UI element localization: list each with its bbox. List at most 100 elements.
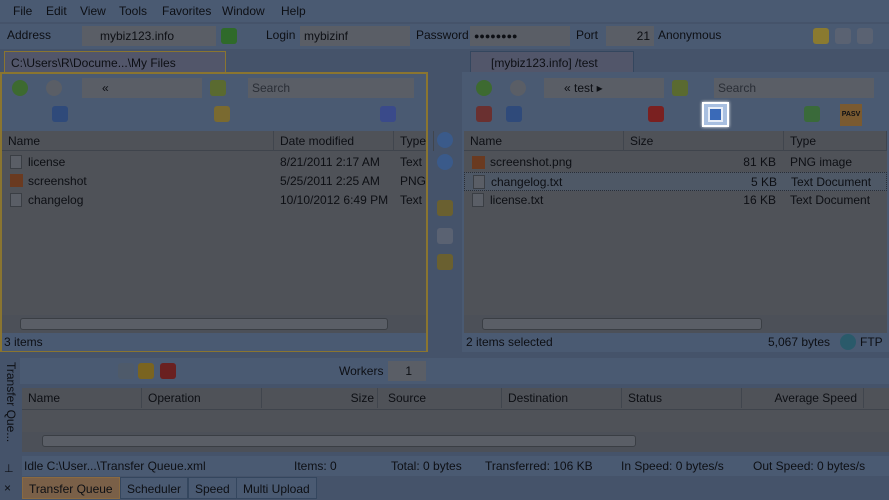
column-source[interactable]: Source: [382, 388, 502, 408]
left-column-header: Name Date modified Type: [2, 131, 434, 151]
column-average-speed[interactable]: Average Speed: [742, 388, 864, 408]
menu-help[interactable]: Help: [281, 4, 306, 18]
workers-value: 1: [405, 364, 412, 378]
close-icon[interactable]: ×: [4, 481, 11, 495]
column-name[interactable]: Name: [22, 388, 142, 408]
left-search-input[interactable]: Search: [248, 78, 414, 98]
file-size: 16 KB: [743, 193, 776, 207]
file-row[interactable]: changelog 10/10/2012 6:49 PM Text: [2, 191, 426, 210]
highlighted-button[interactable]: [702, 102, 729, 127]
anonymous-checkbox[interactable]: Anonymous: [658, 28, 721, 42]
go-arrow-icon[interactable]: [221, 28, 237, 44]
tab-label: Scheduler: [127, 482, 182, 496]
item-count: 3 items: [4, 335, 43, 349]
refresh-icon[interactable]: [506, 106, 522, 122]
file-icon: [473, 175, 485, 189]
selection-status: 2 items selected: [466, 335, 553, 349]
back-icon[interactable]: [12, 80, 28, 96]
file-row[interactable]: screenshot 5/25/2011 2:25 AM PNG: [2, 172, 426, 191]
file-name: changelog: [28, 193, 84, 207]
right-search-input[interactable]: Search: [714, 78, 874, 98]
sync-icon[interactable]: [437, 254, 453, 270]
left-horizontal-scrollbar[interactable]: [2, 315, 426, 333]
column-date-modified[interactable]: Date modified: [274, 131, 394, 151]
column-destination[interactable]: Destination: [502, 388, 622, 408]
up-folder-icon[interactable]: [672, 80, 688, 96]
left-path-input[interactable]: «: [82, 78, 202, 98]
queue-in-speed: In Speed: 0 bytes/s: [621, 459, 724, 473]
file-row-selected[interactable]: changelog.txt 5 KB Text Document: [464, 172, 887, 191]
queue-horizontal-scrollbar[interactable]: [22, 432, 889, 452]
favorites-star-icon[interactable]: [813, 28, 829, 44]
pin-icon[interactable]: ⊥: [4, 462, 14, 475]
tab-transfer-queue[interactable]: Transfer Queue: [22, 477, 120, 499]
right-path-input[interactable]: « test ▸: [544, 78, 664, 98]
stop-icon[interactable]: [160, 363, 176, 379]
search-placeholder: Search: [718, 81, 757, 95]
pasv-button[interactable]: PASV: [840, 104, 862, 126]
column-type[interactable]: Type: [394, 131, 434, 151]
column-type[interactable]: Type: [784, 131, 887, 151]
view-icon[interactable]: [380, 106, 396, 122]
password-input[interactable]: ●●●●●●●●: [470, 26, 570, 46]
transfer-queue-icon[interactable]: [437, 200, 453, 216]
refresh-icon[interactable]: [52, 106, 68, 122]
file-row[interactable]: license 8/21/2011 2:17 AM Text: [2, 153, 426, 172]
address-input[interactable]: mybiz123.info: [82, 26, 216, 46]
disconnect-icon[interactable]: [476, 106, 492, 122]
forward-icon[interactable]: [46, 80, 62, 96]
right-horizontal-scrollbar[interactable]: [464, 315, 887, 333]
tab-label: Multi Upload: [243, 482, 310, 496]
transfer-mode-auto-icon[interactable]: [804, 106, 820, 122]
link-icon[interactable]: [437, 228, 453, 244]
right-pane: « test ▸ Search PASV Name Size Type scre…: [462, 72, 889, 352]
menu-edit[interactable]: Edit: [46, 4, 67, 18]
menu-tools[interactable]: Tools: [119, 4, 147, 18]
tab-label: Transfer Queue: [29, 482, 113, 496]
menu-file[interactable]: File: [13, 4, 32, 18]
layout-horizontal-icon[interactable]: [835, 28, 851, 44]
upload-icon[interactable]: [437, 132, 453, 148]
column-size[interactable]: Size: [624, 131, 784, 151]
left-file-list: license 8/21/2011 2:17 AM Text screenshot 5…: [2, 151, 426, 315]
tab-local-files[interactable]: C:\Users\R\Docume...\My Files: [4, 51, 226, 73]
address-label: Address: [7, 28, 52, 42]
file-icon: [10, 193, 22, 207]
workers-stepper[interactable]: 1: [388, 361, 426, 381]
column-name[interactable]: Name: [2, 131, 274, 151]
file-type: Text Document: [791, 175, 872, 189]
column-operation[interactable]: Operation: [142, 388, 262, 408]
login-input[interactable]: mybizinf: [300, 26, 410, 46]
column-name[interactable]: Name: [464, 131, 624, 151]
tab-speed[interactable]: Speed: [188, 477, 237, 499]
pause-icon[interactable]: [138, 363, 154, 379]
new-folder-icon[interactable]: [214, 106, 230, 122]
column-size[interactable]: Size: [262, 388, 378, 408]
up-folder-icon[interactable]: [210, 80, 226, 96]
delete-icon[interactable]: [648, 106, 664, 122]
queue-status-bar: Idle C:\User...\Transfer Queue.xml Items…: [22, 456, 889, 476]
queue-transferred: Transferred: 106 KB: [485, 459, 593, 473]
login-label: Login: [266, 28, 296, 42]
back-icon[interactable]: [476, 80, 492, 96]
tab-scheduler[interactable]: Scheduler: [120, 477, 189, 499]
file-row[interactable]: license.txt 16 KB Text Document: [464, 191, 887, 210]
globe-icon: [840, 334, 856, 350]
menu-window[interactable]: Window: [222, 4, 265, 18]
right-file-list: screenshot.png 81 KB PNG image changelog.t…: [464, 151, 887, 315]
play-icon[interactable]: [118, 363, 134, 379]
column-status[interactable]: Status: [622, 388, 742, 408]
file-row[interactable]: screenshot.png 81 KB PNG image: [464, 153, 887, 172]
selection-bytes: 5,067 bytes: [768, 335, 831, 349]
tab-remote-files[interactable]: [mybiz123.info] /test: [470, 51, 634, 73]
download-icon[interactable]: [437, 154, 453, 170]
tab-label: C:\Users\R\Docume...\My Files: [11, 56, 176, 70]
tab-multi-upload[interactable]: Multi Upload: [236, 477, 317, 499]
menu-view[interactable]: View: [80, 4, 106, 18]
port-input[interactable]: 21: [606, 26, 654, 46]
forward-icon[interactable]: [510, 80, 526, 96]
queue-out-speed: Out Speed: 0 bytes/s: [753, 459, 866, 473]
menu-favorites[interactable]: Favorites: [162, 4, 211, 18]
layout-vertical-icon[interactable]: [857, 28, 873, 44]
transfer-queue-side-label[interactable]: Transfer Que...: [2, 362, 18, 452]
